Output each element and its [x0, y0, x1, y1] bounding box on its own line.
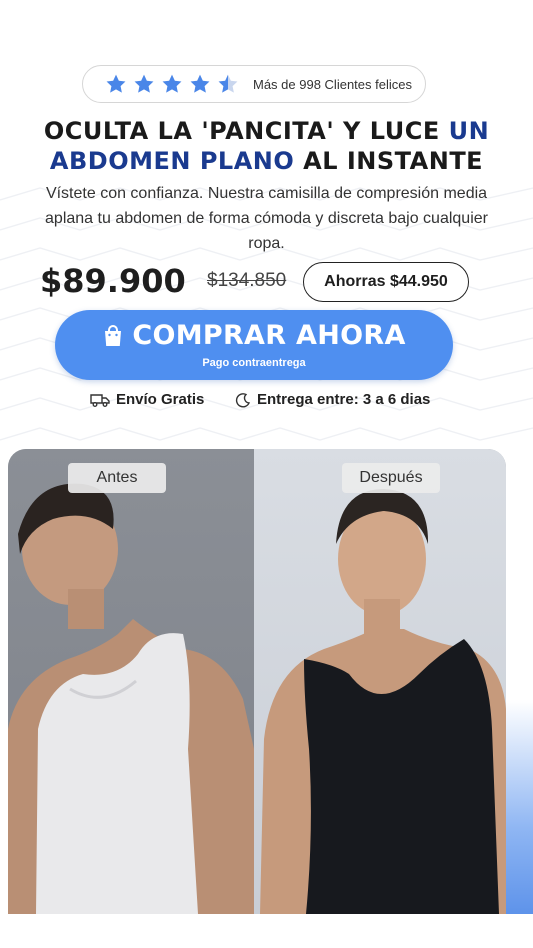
buy-button-sublabel: Pago contraentrega — [202, 357, 306, 369]
star-icon — [134, 74, 154, 93]
before-after-comparison: Antes Después — [8, 449, 506, 914]
feature-label: Entrega entre: 3 a 6 dias — [257, 391, 431, 408]
buy-button-label: COMPRAR AHORA — [132, 320, 406, 351]
savings-badge: Ahorras $44.950 — [303, 262, 469, 302]
current-price: $89.900 — [40, 262, 186, 300]
moon-clock-icon — [235, 392, 251, 407]
original-price: $134.850 — [207, 270, 287, 291]
star-icon — [106, 74, 126, 93]
after-panel: Después — [254, 449, 506, 914]
headline: OCULTA LA 'PANCITA' Y LUCE UN ABDOMEN PL… — [0, 116, 533, 176]
feature-row: Envío Gratis Entrega entre: 3 a 6 dias — [0, 391, 533, 415]
headline-text: OCULTA LA 'PANCITA' Y LUCE — [43, 117, 449, 145]
landing-page: Más de 998 Clientes felices OCULTA LA 'P… — [0, 0, 533, 948]
headline-highlight: ABDOMEN PLANO — [49, 147, 295, 175]
star-rating — [105, 73, 239, 95]
buy-now-button[interactable]: COMPRAR AHORA Pago contraentrega — [55, 310, 453, 380]
shopping-bag-icon — [105, 324, 122, 346]
headline-highlight: UN — [448, 117, 490, 145]
headline-text: AL INSTANTE — [294, 147, 484, 175]
headline-line-1: OCULTA LA 'PANCITA' Y LUCE UN — [0, 116, 533, 146]
star-icon — [162, 74, 182, 93]
price-row: $89.900 $134.850 Ahorras $44.950 — [0, 260, 533, 304]
rating-text: Más de 998 Clientes felices — [253, 76, 412, 92]
feature-label: Envío Gratis — [116, 391, 205, 408]
delivery-time-feature: Entrega entre: 3 a 6 dias — [235, 391, 430, 408]
after-photo — [260, 489, 506, 914]
subheadline: Vístete con confianza. Nuestra camisilla… — [45, 185, 488, 252]
headline-line-2: ABDOMEN PLANO AL INSTANTE — [0, 146, 533, 176]
truck-icon — [90, 393, 110, 407]
before-panel: Antes — [8, 449, 254, 914]
before-photo — [8, 483, 254, 914]
buy-button-main: COMPRAR AHORA — [55, 320, 453, 351]
side-accent — [506, 700, 533, 914]
after-label: Después — [342, 463, 440, 493]
free-shipping-feature: Envío Gratis — [90, 391, 204, 408]
star-icon — [190, 74, 210, 93]
half-star-icon — [218, 74, 238, 93]
before-label: Antes — [68, 463, 166, 493]
rating-badge: Más de 998 Clientes felices — [82, 65, 426, 103]
